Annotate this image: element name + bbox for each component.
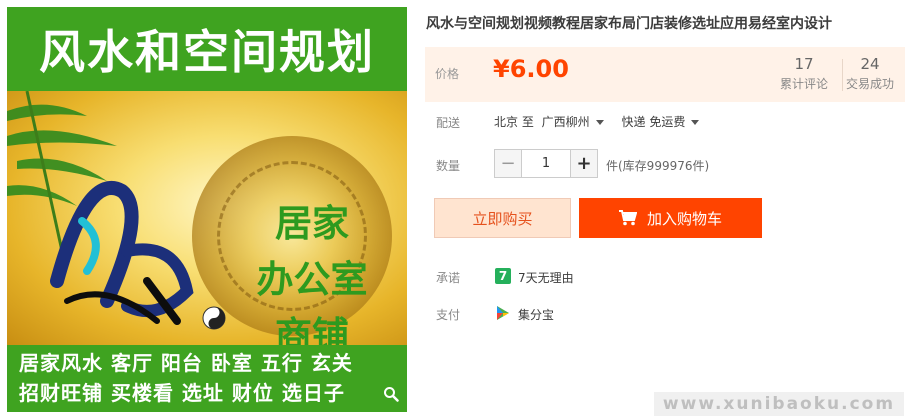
promise-text[interactable]: 7天无理由 <box>518 269 574 286</box>
side-text-line: 居家 <box>275 202 349 245</box>
quantity-increase-button[interactable]: + <box>570 149 598 178</box>
product-title: 风水与空间规划视频教程居家布局门店装修选址应用易经室内设计 <box>426 16 832 32</box>
chevron-down-icon <box>595 120 604 125</box>
jifenbao-icon <box>497 306 509 320</box>
chevron-down-icon <box>691 120 700 125</box>
side-text-line: 办公室 <box>256 258 368 301</box>
quantity-stepper: − 1 + <box>494 149 598 178</box>
seven-day-glyph: 7 <box>498 269 508 283</box>
sales-count: 24 <box>860 55 880 73</box>
price-panel: 价格 ¥6.00 17 累计评论 24 交易成功 <box>425 47 905 102</box>
add-to-cart-button[interactable]: 加入购物车 <box>579 198 762 238</box>
reviews-stat[interactable]: 17 累计评论 <box>780 55 828 92</box>
delivery-row: 北京 至 广西柳州 快递 免运费 <box>494 113 713 130</box>
delivery-from: 北京 至 <box>494 115 534 129</box>
price-value: ¥6.00 <box>493 55 569 83</box>
quantity-input[interactable]: 1 <box>522 149 570 178</box>
banner-bottom-line: 招财旺铺 买楼看 选址 财位 选日子 <box>19 381 345 405</box>
delivery-destination-select[interactable]: 广西柳州 <box>542 115 614 129</box>
delivery-method: 快递 免运费 <box>621 115 686 129</box>
quantity-label: 数量 <box>436 159 461 173</box>
image-banner-bottom: 居家风水 客厅 阳台 卧室 五行 玄关 招财旺铺 买楼看 选址 财位 选日子 <box>7 345 407 412</box>
delivery-method-select[interactable]: 快递 免运费 <box>622 115 710 129</box>
stock-text: 件(库存999976件) <box>606 159 710 173</box>
stat-divider <box>842 59 843 91</box>
payment-label: 支付 <box>436 308 461 322</box>
promise-label: 承诺 <box>436 271 461 285</box>
sales-stat: 24 交易成功 <box>846 55 894 92</box>
quantity-decrease-button[interactable]: − <box>494 149 522 178</box>
image-banner-title: 风水和空间规划 <box>39 25 375 79</box>
price-label: 价格 <box>435 67 460 81</box>
delivery-label: 配送 <box>436 116 461 130</box>
side-text-line: 商铺 <box>275 314 349 345</box>
banner-bottom-line: 居家风水 客厅 阳台 卧室 五行 玄关 <box>19 351 353 375</box>
add-to-cart-label: 加入购物车 <box>646 209 722 228</box>
product-image[interactable]: 风水和空间规划 居家 办公室 商铺 居家风水 客厅 阳台 卧室 五行 玄关 招财… <box>7 7 407 412</box>
image-side-text: 居家 办公室 商铺 <box>237 196 387 345</box>
reviews-count: 17 <box>794 55 814 73</box>
payment-text: 集分宝 <box>518 308 555 322</box>
image-illustration: 居家 办公室 商铺 <box>7 91 407 345</box>
image-banner-top: 风水和空间规划 <box>7 7 407 91</box>
cart-icon <box>618 210 637 226</box>
calligraphy-artwork <box>50 180 194 325</box>
sales-label: 交易成功 <box>846 77 895 91</box>
reviews-label: 累计评论 <box>780 77 829 91</box>
buy-now-button[interactable]: 立即购买 <box>434 198 571 238</box>
magnifier-icon[interactable] <box>383 386 399 402</box>
watermark: www.xunibaoku.com <box>654 392 904 416</box>
watermark-text: www.xunibaoku.com <box>662 394 896 414</box>
seven-day-return-icon: 7 <box>495 268 511 284</box>
delivery-destination: 广西柳州 <box>541 115 590 129</box>
yin-yang-icon <box>202 306 226 330</box>
